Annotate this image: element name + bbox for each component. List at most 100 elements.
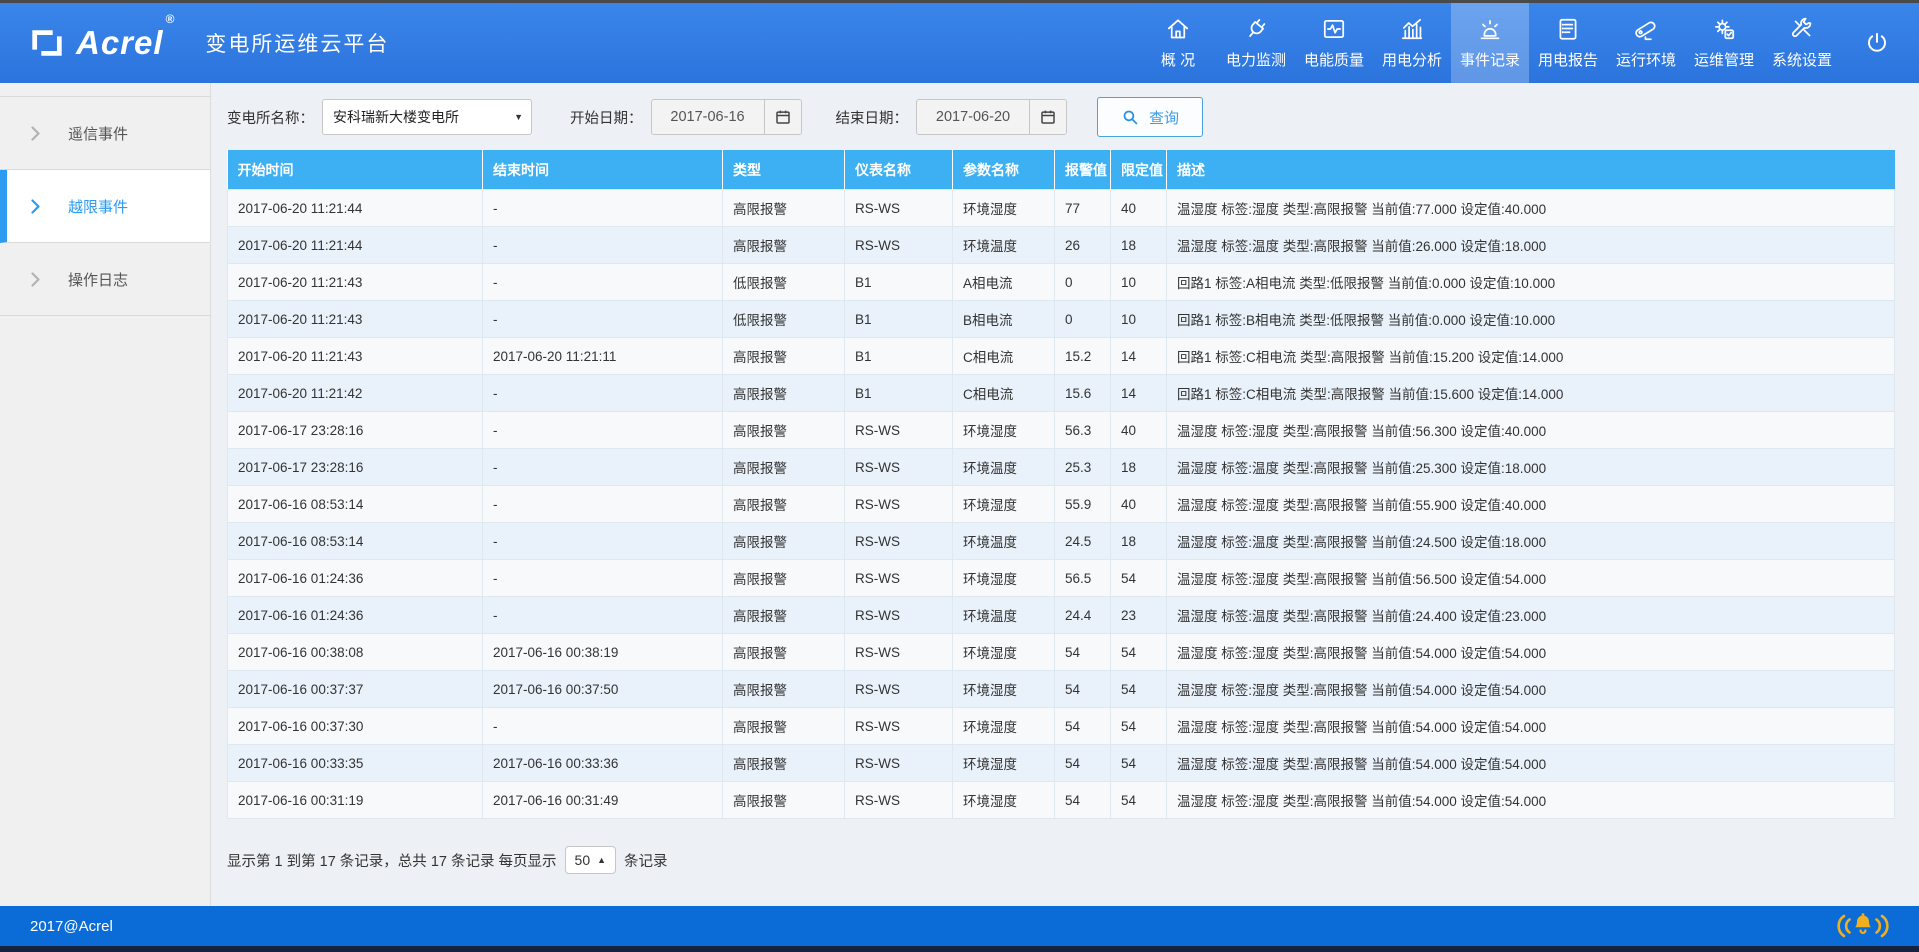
table-cell: 环境湿度	[953, 412, 1055, 449]
table-cell: 高限报警	[723, 523, 845, 560]
sidebar-item-remote-signal-events[interactable]: 遥信事件	[0, 97, 210, 170]
app-footer: 2017@Acrel	[0, 906, 1919, 946]
table-cell: 40	[1111, 412, 1167, 449]
table-cell: 24.4	[1055, 597, 1111, 634]
station-select[interactable]: 安科瑞新大楼变电所 ▼	[322, 99, 532, 135]
table-cell: RS-WS	[845, 449, 953, 486]
page-title: 变电所运维云平台	[205, 28, 389, 58]
events-table: 开始时间结束时间类型仪表名称参数名称报警值限定值描述 2017-06-20 11…	[227, 150, 1895, 819]
app-header: Acrel® 变电所运维云平台 概 况电力监测电能质量用电分析事件记录用电报告运…	[0, 3, 1919, 83]
column-header: 描述	[1167, 150, 1895, 190]
nav-item-system-settings[interactable]: 系统设置	[1763, 3, 1841, 83]
main-content: 变电所名称： 安科瑞新大楼变电所 ▼ 开始日期： 2017-06-16 结束日期…	[211, 83, 1919, 906]
query-button[interactable]: 查询	[1097, 97, 1203, 137]
sidebar-item-limit-violation-events[interactable]: 越限事件	[0, 170, 210, 243]
report-icon	[1555, 16, 1581, 42]
nav-item-label: 用电报告	[1538, 49, 1598, 70]
table-cell: 2017-06-16 00:31:49	[483, 782, 723, 819]
nav-item-power-quality[interactable]: 电能质量	[1295, 3, 1373, 83]
table-cell: 54	[1111, 560, 1167, 597]
nav-item-label: 系统设置	[1772, 49, 1832, 70]
table-cell: 24.5	[1055, 523, 1111, 560]
nav-item-label: 运行环境	[1616, 49, 1676, 70]
table-cell: 2017-06-16 00:38:19	[483, 634, 723, 671]
table-cell: 环境湿度	[953, 560, 1055, 597]
sidebar-item-label: 遥信事件	[68, 123, 128, 144]
table-cell: 温湿度 标签:湿度 类型:高限报警 当前值:54.000 设定值:54.000	[1167, 745, 1895, 782]
table-row: 2017-06-16 00:37:30-高限报警RS-WS环境湿度5454温湿度…	[228, 708, 1895, 745]
nav-item-overview[interactable]: 概 况	[1139, 3, 1217, 83]
table-cell: 回路1 标签:C相电流 类型:高限报警 当前值:15.600 设定值:14.00…	[1167, 375, 1895, 412]
table-cell: 2017-06-16 00:38:08	[228, 634, 483, 671]
brand: Acrel® 变电所运维云平台	[28, 3, 389, 83]
table-cell: 高限报警	[723, 449, 845, 486]
table-cell: 2017-06-16 08:53:14	[228, 486, 483, 523]
table-cell: 低限报警	[723, 264, 845, 301]
table-cell: -	[483, 264, 723, 301]
sidebar-item-operation-log[interactable]: 操作日志	[0, 243, 210, 316]
table-cell: 环境湿度	[953, 671, 1055, 708]
table-cell: 23	[1111, 597, 1167, 634]
table-cell: 高限报警	[723, 597, 845, 634]
pagination-bar: 显示第 1 到第 17 条记录，总共 17 条记录 每页显示 50 ▲ 条记录	[227, 846, 1895, 874]
table-cell: 2017-06-16 01:24:36	[228, 597, 483, 634]
table-cell: 高限报警	[723, 560, 845, 597]
table-row: 2017-06-16 01:24:36-高限报警RS-WS环境温度24.423温…	[228, 597, 1895, 634]
waveform-icon	[1321, 16, 1347, 42]
table-cell: -	[483, 227, 723, 264]
table-cell: 2017-06-17 23:28:16	[228, 412, 483, 449]
table-cell: RS-WS	[845, 190, 953, 227]
table-cell: RS-WS	[845, 523, 953, 560]
table-cell: 2017-06-16 08:53:14	[228, 523, 483, 560]
table-cell: B1	[845, 301, 953, 338]
start-date-calendar-button[interactable]	[764, 100, 801, 134]
table-cell: 环境湿度	[953, 782, 1055, 819]
table-row: 2017-06-20 11:21:44-高限报警RS-WS环境温度2618温湿度…	[228, 227, 1895, 264]
table-cell: 2017-06-20 11:21:44	[228, 227, 483, 264]
nav-item-om-management[interactable]: 运维管理	[1685, 3, 1763, 83]
table-cell: 56.5	[1055, 560, 1111, 597]
nav-item-label: 事件记录	[1460, 49, 1520, 70]
end-date-calendar-button[interactable]	[1029, 100, 1066, 134]
calendar-icon	[774, 108, 792, 126]
nav-item-label: 电力监测	[1226, 49, 1286, 70]
table-cell: RS-WS	[845, 227, 953, 264]
table-row: 2017-06-20 11:21:432017-06-20 11:21:11高限…	[228, 338, 1895, 375]
nav-item-power-monitoring[interactable]: 电力监测	[1217, 3, 1295, 83]
table-cell: 2017-06-17 23:28:16	[228, 449, 483, 486]
nav-item-operating-environment[interactable]: 运行环境	[1607, 3, 1685, 83]
column-header: 报警值	[1055, 150, 1111, 190]
gear-icon	[1711, 16, 1737, 42]
table-cell: 回路1 标签:C相电流 类型:高限报警 当前值:15.200 设定值:14.00…	[1167, 338, 1895, 375]
query-button-label: 查询	[1149, 107, 1179, 128]
nav-item-power-report[interactable]: 用电报告	[1529, 3, 1607, 83]
table-cell: RS-WS	[845, 671, 953, 708]
table-cell: 温湿度 标签:湿度 类型:高限报警 当前值:56.500 设定值:54.000	[1167, 560, 1895, 597]
table-cell: 环境湿度	[953, 190, 1055, 227]
table-cell: 回路1 标签:A相电流 类型:低限报警 当前值:0.000 设定值:10.000	[1167, 264, 1895, 301]
table-cell: 0	[1055, 264, 1111, 301]
table-cell: 2017-06-20 11:21:44	[228, 190, 483, 227]
table-cell: 温湿度 标签:湿度 类型:高限报警 当前值:56.300 设定值:40.000	[1167, 412, 1895, 449]
copyright-text: 2017@Acrel	[30, 918, 113, 935]
table-cell: 54	[1055, 634, 1111, 671]
column-header: 结束时间	[483, 150, 723, 190]
table-cell: -	[483, 486, 723, 523]
table-cell: 环境湿度	[953, 708, 1055, 745]
column-header: 参数名称	[953, 150, 1055, 190]
start-date-input[interactable]: 2017-06-16	[651, 99, 802, 135]
table-row: 2017-06-20 11:21:43-低限报警B1A相电流010回路1 标签:…	[228, 264, 1895, 301]
power-logout-button[interactable]	[1841, 3, 1913, 83]
table-cell: -	[483, 375, 723, 412]
table-cell: 18	[1111, 449, 1167, 486]
page-size-select[interactable]: 50 ▲	[565, 846, 617, 874]
end-date-input[interactable]: 2017-06-20	[916, 99, 1067, 135]
nav-item-power-analysis[interactable]: 用电分析	[1373, 3, 1451, 83]
nav-item-event-records[interactable]: 事件记录	[1451, 3, 1529, 83]
table-cell: 温湿度 标签:温度 类型:高限报警 当前值:24.400 设定值:23.000	[1167, 597, 1895, 634]
table-cell: 54	[1055, 782, 1111, 819]
taskbar-edge	[0, 946, 1919, 952]
chevron-right-icon	[31, 126, 40, 141]
alarm-bell-button[interactable]	[1837, 911, 1889, 941]
end-date-label: 结束日期：	[836, 107, 909, 128]
